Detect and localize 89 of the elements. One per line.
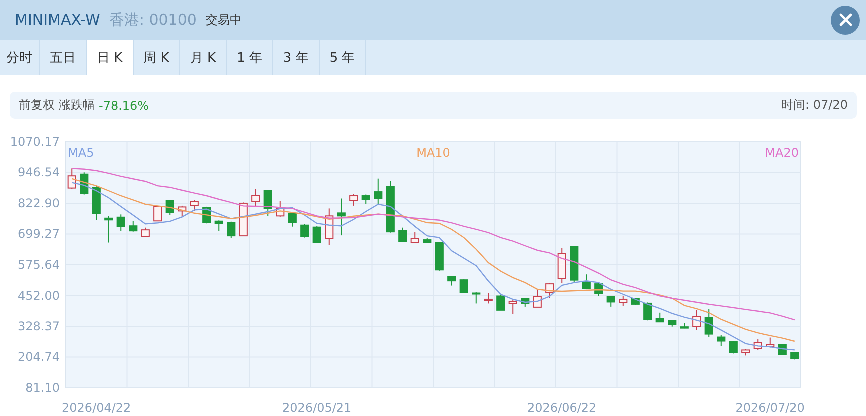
candlestick [410, 232, 420, 244]
axis-label: 822.90 [18, 196, 60, 210]
candlestick [619, 296, 628, 307]
axis-label: 2026/07/20 [736, 401, 805, 415]
market-code: 香港: 00100 [109, 10, 197, 30]
axis-label: 699.27 [18, 227, 60, 242]
period-tab[interactable]: 1 年 [227, 40, 274, 75]
candlestick [790, 352, 800, 360]
candlestick [104, 216, 114, 244]
candlestick [582, 274, 591, 290]
candlestick [460, 279, 468, 294]
candlestick [129, 220, 138, 232]
candlestick [190, 200, 199, 212]
candlestick [484, 293, 493, 304]
legend-label: MA20 [765, 146, 799, 160]
candlestick [362, 194, 370, 205]
candlestick [472, 292, 481, 304]
candlestick [312, 226, 322, 244]
candlestick [680, 322, 689, 330]
candlestick [717, 334, 726, 347]
candlestick [374, 178, 383, 206]
candlestick [729, 340, 738, 354]
candlestick [558, 248, 566, 284]
candlestick [386, 180, 395, 234]
candlestick [178, 205, 187, 218]
close-icon [838, 13, 852, 27]
period-tab[interactable]: 5 年 [320, 40, 366, 75]
candlestick [448, 276, 456, 286]
change-label: 涨跌幅 [59, 97, 95, 114]
candlestick [337, 198, 346, 236]
candlestick [239, 202, 248, 237]
axis-label: 81.10 [26, 381, 60, 395]
candlestick [214, 220, 224, 232]
adjustment-label: 前复权 [19, 97, 55, 114]
candlestick [704, 308, 714, 338]
candlestick [68, 168, 76, 190]
period-tab[interactable]: 月 K [180, 40, 228, 75]
candlestick [692, 310, 702, 331]
candlestick [594, 282, 604, 297]
candlestick [325, 208, 334, 246]
candlestick [606, 296, 616, 308]
trading-status: 交易中 [206, 12, 242, 28]
candlestick [252, 188, 260, 208]
candlestick [398, 227, 408, 243]
candlestick [546, 282, 554, 298]
candlestick [766, 337, 775, 348]
axis-label: 1070.17 [10, 135, 60, 149]
axis-label: 946.54 [18, 166, 60, 180]
axis-label: 2026/05/21 [282, 401, 352, 415]
candlestick [508, 299, 518, 315]
axis-label: 2026/06/22 [528, 401, 597, 415]
candlestick [656, 312, 664, 323]
candlestick [521, 298, 530, 308]
candlestick [496, 295, 506, 311]
legend-label: MA10 [416, 146, 450, 160]
axis-label: 328.37 [18, 320, 60, 334]
candlestick [533, 290, 542, 308]
axis-label: 452.00 [18, 288, 60, 303]
period-tab[interactable]: 周 K [134, 40, 180, 75]
candlestick [350, 194, 358, 206]
change-value: -78.16% [99, 98, 150, 112]
candlestick [264, 190, 272, 217]
candlestick [92, 186, 101, 221]
stock-name: MINIMAX-W [15, 11, 100, 29]
candlestick [227, 221, 236, 239]
candlestick [668, 320, 677, 328]
candlestick [154, 205, 162, 222]
candlestick [435, 242, 444, 272]
candlestick [631, 298, 640, 306]
axis-label: 575.64 [18, 258, 60, 272]
candlestick [754, 339, 762, 351]
candlestick [116, 214, 126, 232]
close-button[interactable] [831, 6, 860, 34]
candlestick [570, 246, 579, 284]
axis-label: 204.74 [18, 350, 60, 364]
candlestick [276, 200, 285, 218]
candlestick [644, 302, 652, 322]
candlestick [141, 227, 150, 238]
candlestick [742, 348, 750, 356]
period-tab[interactable]: 分时 [0, 40, 40, 75]
candlestick [300, 224, 310, 238]
time-label: 时间: 07/20 [782, 97, 848, 114]
legend-label: MA5 [68, 146, 94, 160]
period-tab[interactable]: 日 K [87, 40, 134, 75]
candlestick [423, 238, 432, 244]
period-tab[interactable]: 3 年 [273, 40, 320, 75]
candlestick [288, 212, 297, 228]
candlestick [166, 200, 174, 216]
axis-label: 2026/04/22 [62, 401, 132, 415]
